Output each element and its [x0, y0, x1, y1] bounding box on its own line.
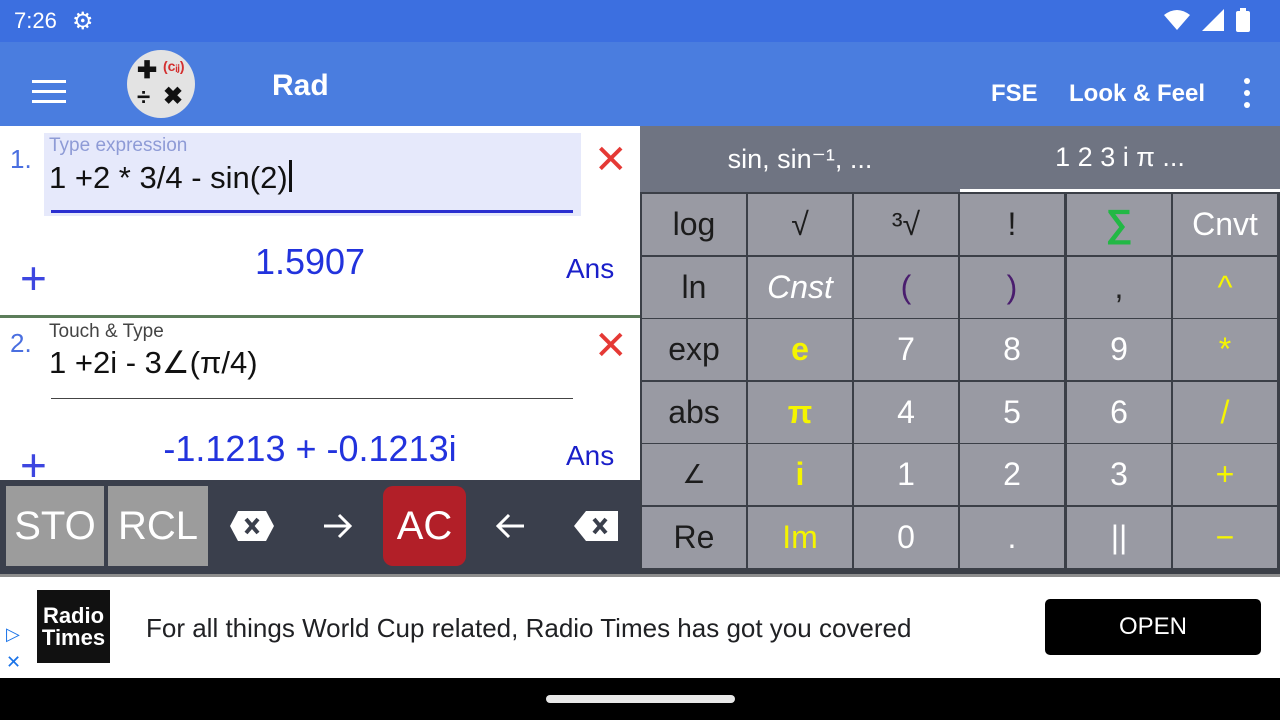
ad-close-icon[interactable]: ✕ — [6, 652, 21, 673]
status-icons — [1164, 8, 1250, 32]
more-options-icon[interactable] — [1244, 78, 1250, 114]
key-pi[interactable]: π — [748, 382, 852, 443]
key-sum[interactable]: ∑ — [1067, 194, 1171, 255]
ac-button[interactable]: AC — [383, 486, 466, 566]
key-convert[interactable]: Cnvt — [1173, 194, 1277, 255]
key-2[interactable]: 2 — [960, 444, 1064, 505]
expression-hint: Type expression — [49, 135, 188, 156]
look-and-feel-button[interactable]: Look & Feel — [1069, 80, 1205, 108]
text-cursor — [288, 160, 292, 192]
key-cube-root[interactable]: ³√ — [854, 194, 958, 255]
key-imaginary-part[interactable]: Im — [748, 507, 852, 568]
key-6[interactable]: 6 — [1067, 382, 1171, 443]
rcl-button[interactable]: RCL — [108, 486, 208, 566]
ans-button[interactable]: Ans — [566, 440, 614, 472]
key-real-part[interactable]: Re — [642, 507, 746, 568]
key-1[interactable]: 1 — [854, 444, 958, 505]
arrow-left-icon[interactable] — [472, 486, 548, 566]
key-multiply[interactable]: * — [1173, 319, 1277, 380]
ad-text[interactable]: For all things World Cup related, Radio … — [146, 613, 911, 644]
key-5[interactable]: 5 — [960, 382, 1064, 443]
app-bar: ✚ (cᵢⱼ) ÷ ✖ Rad FSE Look & Feel — [0, 42, 1280, 126]
key-4[interactable]: 4 — [854, 382, 958, 443]
expression-input[interactable]: 1 +2i - 3∠(π/4) — [49, 345, 258, 381]
ad-brand-line: Radio — [42, 602, 105, 628]
key-7[interactable]: 7 — [854, 319, 958, 380]
sto-button[interactable]: STO — [6, 486, 104, 566]
key-8[interactable]: 8 — [960, 319, 1064, 380]
keypad-tabs: sin, sin⁻¹, ... 1 2 3 i π ... — [640, 126, 1280, 192]
result-value: 1.5907 — [254, 241, 366, 282]
key-close-paren[interactable]: ) — [960, 257, 1064, 318]
backspace-icon[interactable] — [556, 486, 636, 566]
key-factorial[interactable]: ! — [960, 194, 1064, 255]
tab-functions[interactable]: sin, sin⁻¹, ... — [640, 126, 960, 192]
delete-entry-button[interactable]: ✕ — [594, 140, 628, 180]
expression-list: 1. Type expression 1 +2 * 3/4 - sin(2) ✕… — [0, 126, 640, 480]
expression-entry-2: 2. Touch & Type 1 +2i - 3∠(π/4) ✕ + -1.1… — [0, 318, 640, 480]
key-e[interactable]: e — [748, 319, 852, 380]
key-power[interactable]: ^ — [1173, 257, 1277, 318]
key-sqrt[interactable]: √ — [748, 194, 852, 255]
tab-numbers[interactable]: 1 2 3 i π ... — [960, 126, 1280, 192]
key-imaginary[interactable]: i — [748, 444, 852, 505]
entry-index: 2. — [10, 328, 32, 358]
expression-entry-1: 1. Type expression 1 +2 * 3/4 - sin(2) ✕… — [0, 126, 640, 312]
expression-hint: Touch & Type — [49, 321, 164, 342]
menu-icon[interactable] — [32, 80, 66, 110]
key-log[interactable]: log — [642, 194, 746, 255]
input-underline — [51, 210, 573, 213]
fse-button[interactable]: FSE — [991, 80, 1038, 108]
result-value: -1.1213 + -0.1213i — [163, 428, 457, 469]
expression-text: 1 +2 * 3/4 - sin(2) — [49, 160, 288, 195]
home-gesture-handle[interactable] — [546, 695, 735, 703]
arrow-right-icon[interactable] — [300, 486, 376, 566]
key-3[interactable]: 3 — [1067, 444, 1171, 505]
key-0[interactable]: 0 — [854, 507, 958, 568]
key-angle[interactable]: ∠ — [642, 444, 746, 505]
ad-brand-line: Times — [41, 624, 106, 650]
status-time: 7:26 — [14, 8, 57, 33]
key-abs[interactable]: abs — [642, 382, 746, 443]
key-open-paren[interactable]: ( — [854, 257, 958, 318]
key-divide[interactable]: / — [1173, 382, 1277, 443]
key-minus[interactable]: − — [1173, 507, 1277, 568]
ad-choices-icon[interactable]: ▷ — [6, 624, 20, 645]
gear-icon: ⚙ — [72, 8, 94, 35]
navigation-bar — [0, 678, 1280, 720]
key-exp[interactable]: exp — [642, 319, 746, 380]
key-comma[interactable]: , — [1067, 257, 1171, 318]
ad-banner[interactable]: ▷ ✕ Radio Times For all things World Cup… — [0, 574, 1280, 678]
key-9[interactable]: 9 — [1067, 319, 1171, 380]
input-underline — [51, 398, 573, 399]
keypad: sin, sin⁻¹, ... 1 2 3 i π ... log √ ³√! ∑ Cn… — [640, 126, 1280, 574]
key-decimal-point[interactable]: . — [960, 507, 1064, 568]
edit-toolbar: STO RCL AC — [0, 480, 640, 574]
app-logo: ✚ (cᵢⱼ) ÷ ✖ — [127, 50, 195, 118]
angle-mode-title[interactable]: Rad — [272, 69, 329, 103]
entry-index: 1. — [10, 144, 32, 174]
ans-button[interactable]: Ans — [566, 253, 614, 285]
delete-entry-button[interactable]: ✕ — [594, 326, 628, 366]
signal-icon — [1202, 9, 1224, 31]
expression-input[interactable]: 1 +2 * 3/4 - sin(2) — [49, 160, 292, 196]
key-plus[interactable]: + — [1173, 444, 1277, 505]
ad-open-button[interactable]: OPEN — [1045, 599, 1261, 655]
wifi-icon — [1164, 10, 1190, 30]
status-bar: 7:26 ⚙ — [0, 0, 1280, 42]
key-ln[interactable]: ln — [642, 257, 746, 318]
clear-field-icon[interactable] — [212, 486, 292, 566]
key-parallel[interactable]: || — [1067, 507, 1171, 568]
battery-icon — [1236, 8, 1250, 32]
key-constants[interactable]: Cnst — [748, 257, 852, 318]
ad-brand-logo: Radio Times — [37, 590, 110, 663]
